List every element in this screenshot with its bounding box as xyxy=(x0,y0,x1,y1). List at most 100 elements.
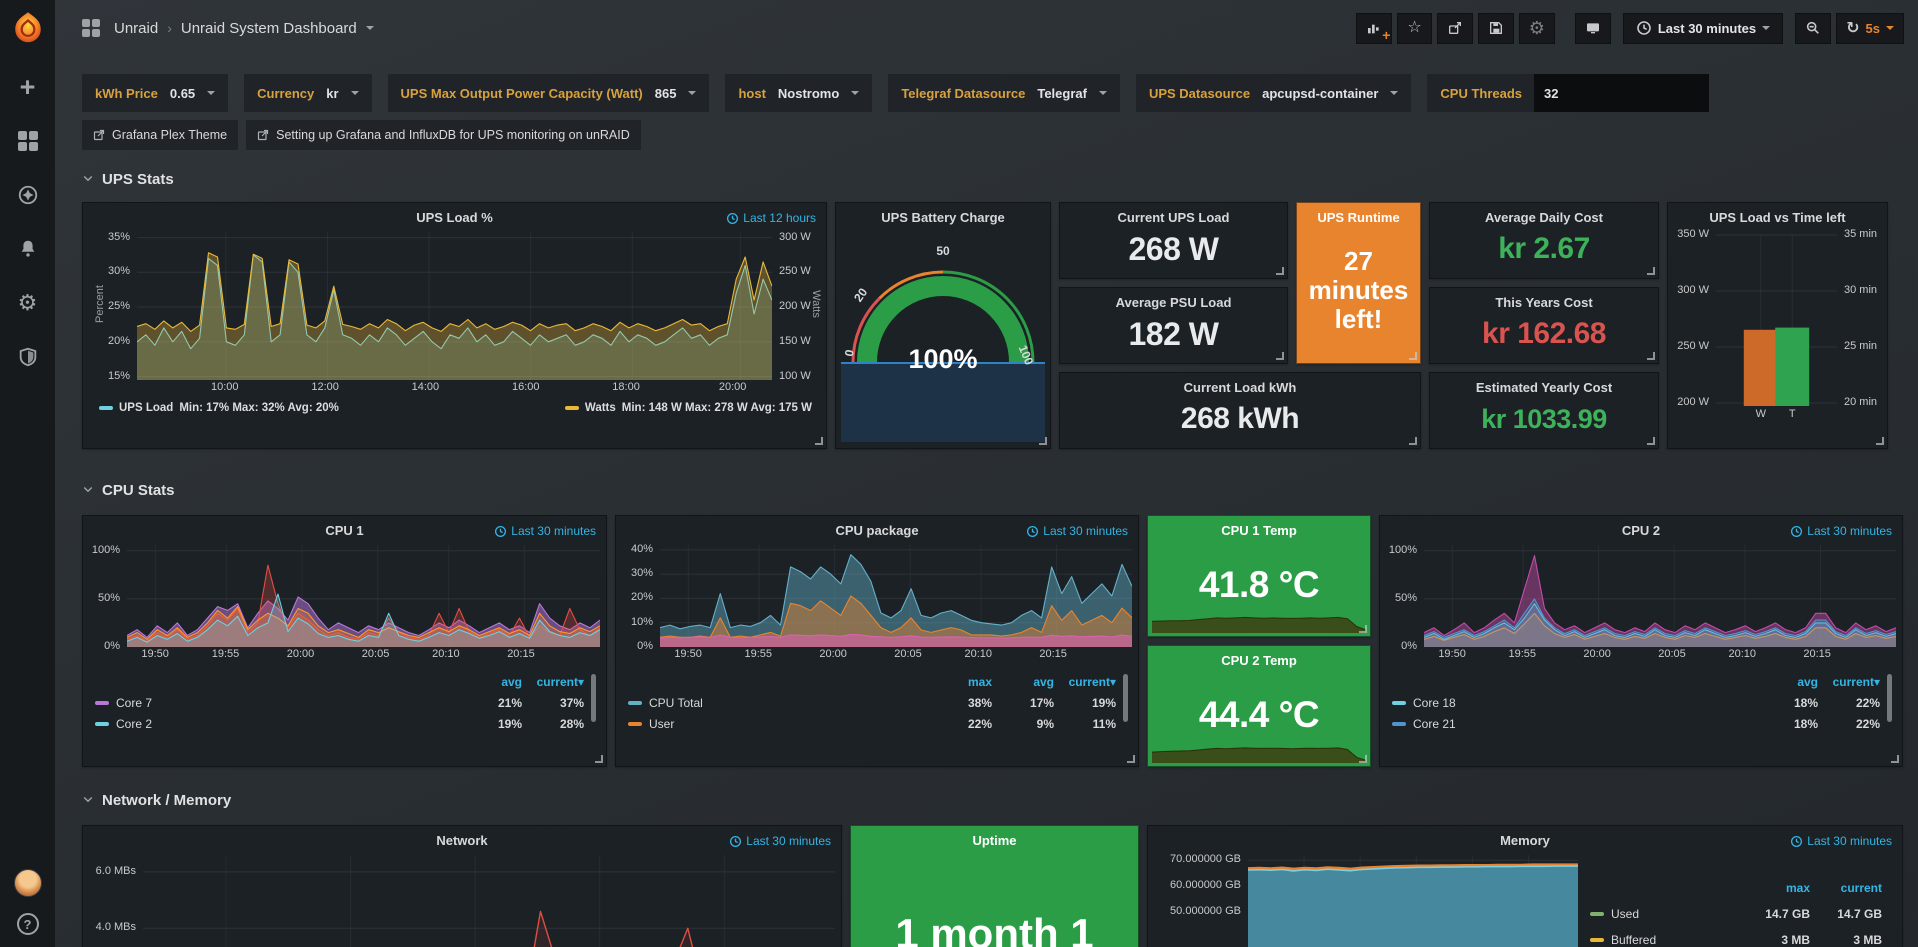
sidebar-item-configuration[interactable]: ⚙ xyxy=(15,290,41,316)
dashboards-icon xyxy=(18,131,38,151)
time-range-picker[interactable]: Last 30 minutes xyxy=(1623,13,1783,44)
legend-series-name[interactable]: Core 18 xyxy=(1413,696,1456,710)
graph-area[interactable] xyxy=(1716,232,1837,406)
legend-series-name[interactable]: Core 2 xyxy=(116,717,152,731)
legend-series-name[interactable]: Core 21 xyxy=(1413,717,1456,731)
variable-ups-datasource[interactable]: UPS Datasource apcupsd-container xyxy=(1136,74,1411,112)
section-header-network-memory[interactable]: Network / Memory xyxy=(82,787,1904,813)
section-header-ups-stats[interactable]: UPS Stats xyxy=(82,166,1904,192)
plus-badge-icon: + xyxy=(1382,30,1390,40)
link-grafana-plex-theme[interactable]: Grafana Plex Theme xyxy=(82,120,238,150)
sidebar-item-dashboards[interactable] xyxy=(15,128,41,154)
share-dashboard-button[interactable] xyxy=(1437,13,1473,44)
mark-favorite-button[interactable]: ☆ xyxy=(1397,13,1431,44)
axis-tick: 30 min xyxy=(1844,284,1877,296)
panel-title[interactable]: UPS Runtime xyxy=(1317,210,1399,225)
legend-series-name[interactable]: User xyxy=(649,717,674,731)
legend-scrollbar[interactable] xyxy=(1887,674,1892,722)
cpu-threads-input[interactable] xyxy=(1534,74,1709,112)
panel-title[interactable]: CPU 1 xyxy=(325,523,363,538)
legend-series-name[interactable]: Core 7 xyxy=(116,696,152,710)
panel-time-range[interactable]: Last 30 minutes xyxy=(1026,524,1128,538)
graph-area[interactable] xyxy=(143,855,835,947)
y-axis-title: Percent xyxy=(94,285,106,323)
cycle-view-button[interactable] xyxy=(1575,13,1611,44)
variable-currency[interactable]: Currency kr xyxy=(244,74,371,112)
legend-scrollbar[interactable] xyxy=(591,674,596,722)
variable-ups-max-output[interactable]: UPS Max Output Power Capacity (Watt) 865 xyxy=(388,74,710,112)
panel-title[interactable]: CPU 2 Temp xyxy=(1221,653,1297,668)
legend-series-name[interactable]: Buffered xyxy=(1611,933,1656,947)
user-avatar[interactable] xyxy=(14,869,42,897)
axis-tick: 50% xyxy=(1395,592,1417,604)
variable-kwh-price[interactable]: kWh Price 0.65 xyxy=(82,74,228,112)
legend-value: 28% xyxy=(522,717,584,731)
panel-title[interactable]: Current UPS Load xyxy=(1118,210,1230,225)
refresh-button[interactable]: ↻ 5s xyxy=(1836,13,1904,44)
panel-title[interactable]: Estimated Yearly Cost xyxy=(1476,380,1612,395)
apps-icon[interactable] xyxy=(82,19,100,37)
sidebar-item-create[interactable]: + xyxy=(15,74,41,100)
breadcrumb-dashboard-title[interactable]: Unraid System Dashboard xyxy=(181,20,357,37)
panel-title[interactable]: UPS Battery Charge xyxy=(881,210,1005,225)
save-dashboard-button[interactable] xyxy=(1478,13,1514,44)
sidebar-item-alerting[interactable] xyxy=(15,236,41,262)
legend-sort-header[interactable]: max xyxy=(1738,881,1810,895)
panel-title[interactable]: Network xyxy=(436,833,487,848)
panel-title[interactable]: Average PSU Load xyxy=(1116,295,1232,310)
legend-series-name[interactable]: CPU Total xyxy=(649,696,703,710)
legend-sort-header[interactable]: avg xyxy=(1756,675,1818,689)
legend-sort-header[interactable]: avg xyxy=(992,675,1054,689)
legend-series-name[interactable]: Used xyxy=(1611,907,1639,921)
legend-series-name[interactable]: Watts xyxy=(585,402,616,414)
sidebar-item-server-admin[interactable] xyxy=(15,344,41,370)
grafana-logo[interactable] xyxy=(10,10,46,46)
zoom-out-button[interactable] xyxy=(1795,13,1831,44)
panel-title[interactable]: Average Daily Cost xyxy=(1485,210,1603,225)
panel-title[interactable]: UPS Load % xyxy=(416,210,493,225)
legend-scrollbar[interactable] xyxy=(1123,674,1128,722)
panel-title[interactable]: CPU 1 Temp xyxy=(1221,523,1297,538)
panel-time-range[interactable]: Last 30 minutes xyxy=(729,834,831,848)
panel-time-range[interactable]: Last 30 minutes xyxy=(494,524,596,538)
legend-series-name[interactable]: UPS Load xyxy=(119,402,173,414)
graph-area[interactable] xyxy=(1424,545,1896,647)
refresh-interval-label[interactable]: 5s xyxy=(1866,21,1880,36)
panel-title[interactable]: Uptime xyxy=(972,833,1016,848)
legend-sort-header[interactable]: current xyxy=(1810,881,1882,895)
dashboard-settings-button[interactable]: ⚙ xyxy=(1519,13,1555,44)
axis-tick: 20% xyxy=(631,591,653,603)
variable-telegraf-datas[interactable]: Telegraf Datasource Telegraf xyxy=(888,74,1120,112)
section-header-cpu-stats[interactable]: CPU Stats xyxy=(82,477,1904,503)
chevron-down-icon[interactable] xyxy=(1886,26,1894,30)
add-panel-button[interactable]: + xyxy=(1356,13,1392,44)
legend-sort-header[interactable]: current▾ xyxy=(1818,675,1880,689)
graph-area[interactable] xyxy=(127,545,600,647)
panel-title[interactable]: Memory xyxy=(1500,833,1550,848)
link-ups-monitoring-guide[interactable]: Setting up Grafana and InfluxDB for UPS … xyxy=(246,120,641,150)
panel-time-range[interactable]: Last 30 minutes xyxy=(1790,524,1892,538)
panel-title[interactable]: Current Load kWh xyxy=(1184,380,1297,395)
legend-sort-header[interactable]: current▾ xyxy=(1054,675,1116,689)
panel-this-years-cost: This Years Cost kr 162.68 xyxy=(1429,287,1659,364)
panel-title[interactable]: This Years Cost xyxy=(1495,295,1592,310)
panel-current-ups-load: Current UPS Load 268 W xyxy=(1059,202,1288,279)
sidebar-item-explore[interactable] xyxy=(15,182,41,208)
help-icon[interactable]: ? xyxy=(17,913,39,935)
legend-sort-header[interactable]: avg xyxy=(460,675,522,689)
panel-title[interactable]: CPU 2 xyxy=(1622,523,1660,538)
panel-title[interactable]: UPS Load vs Time left xyxy=(1709,210,1845,225)
panel-title[interactable]: CPU package xyxy=(835,523,918,538)
graph-area[interactable] xyxy=(1248,855,1578,947)
legend-sort-header[interactable]: current▾ xyxy=(522,675,584,689)
panel-time-range[interactable]: Last 12 hours xyxy=(726,211,816,225)
chevron-down-icon[interactable] xyxy=(366,26,374,30)
breadcrumb-app[interactable]: Unraid xyxy=(114,20,158,37)
legend-sort-header[interactable]: max xyxy=(930,675,992,689)
gauge-value: 100% xyxy=(836,344,1050,375)
panel-time-range[interactable]: Last 30 minutes xyxy=(1790,834,1892,848)
graph-area[interactable] xyxy=(137,232,772,380)
graph-area[interactable] xyxy=(660,545,1132,647)
chart-svg xyxy=(143,855,835,947)
variable-host[interactable]: host Nostromo xyxy=(725,74,872,112)
